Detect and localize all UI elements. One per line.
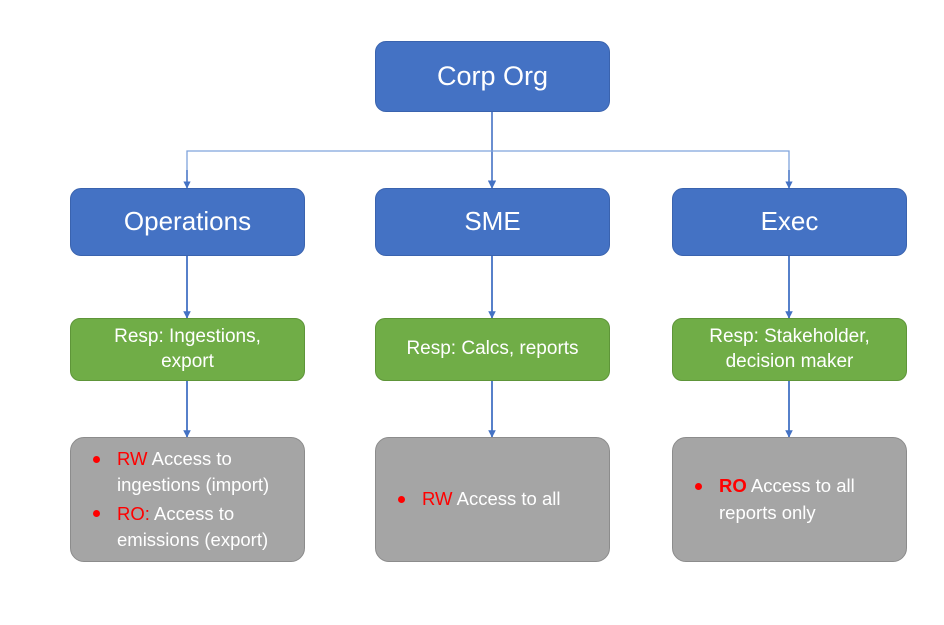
list-item: RW Access to all bbox=[376, 486, 609, 512]
list-item: RO Access to all reports only bbox=[673, 473, 906, 526]
node-dept-operations-label: Operations bbox=[123, 206, 252, 237]
node-resp-sme-label: Resp: Calcs, reports bbox=[406, 338, 579, 360]
connector-resp-to-access bbox=[183, 381, 793, 438]
access-list-operations: RW Access to ingestions (import) RO: Acc… bbox=[71, 446, 304, 553]
node-access-sme[interactable]: RW Access to all bbox=[375, 437, 610, 562]
node-resp-operations-label: Resp: Ingestions, export bbox=[114, 326, 261, 372]
node-root-label: Corp Org bbox=[436, 61, 549, 92]
node-resp-exec[interactable]: Resp: Stakeholder, decision maker bbox=[672, 318, 907, 381]
access-list-sme: RW Access to all bbox=[376, 486, 609, 512]
node-dept-sme[interactable]: SME bbox=[375, 188, 610, 256]
access-tag: RO: bbox=[117, 502, 150, 524]
connector-dept-to-resp bbox=[183, 256, 793, 319]
node-resp-exec-label: Resp: Stakeholder, decision maker bbox=[709, 326, 870, 372]
access-text: Access to all bbox=[452, 488, 561, 510]
bullet-dot-icon bbox=[93, 510, 100, 518]
access-tag: RW bbox=[422, 488, 453, 510]
list-item: RW Access to ingestions (import) bbox=[71, 446, 304, 499]
node-dept-exec[interactable]: Exec bbox=[672, 188, 907, 256]
bullet-dot-icon bbox=[398, 495, 405, 503]
list-item: RO: Access to emissions (export) bbox=[71, 501, 304, 554]
diagram-canvas: Corp Org Operations SME Exec Resp: Inges… bbox=[0, 0, 944, 625]
node-root[interactable]: Corp Org bbox=[375, 41, 610, 112]
node-dept-operations[interactable]: Operations bbox=[70, 188, 305, 256]
access-list-exec: RO Access to all reports only bbox=[673, 473, 906, 526]
node-access-exec[interactable]: RO Access to all reports only bbox=[672, 437, 907, 562]
node-resp-operations[interactable]: Resp: Ingestions, export bbox=[70, 318, 305, 381]
node-access-operations[interactable]: RW Access to ingestions (import) RO: Acc… bbox=[70, 437, 305, 562]
node-dept-exec-label: Exec bbox=[760, 206, 819, 237]
access-tag: RO bbox=[719, 475, 747, 497]
node-resp-sme[interactable]: Resp: Calcs, reports bbox=[375, 318, 610, 381]
bullet-dot-icon bbox=[695, 482, 702, 490]
access-tag: RW bbox=[117, 447, 148, 469]
connector-branch-bar bbox=[183, 150, 793, 189]
node-dept-sme-label: SME bbox=[464, 206, 521, 237]
bullet-dot-icon bbox=[93, 455, 100, 463]
